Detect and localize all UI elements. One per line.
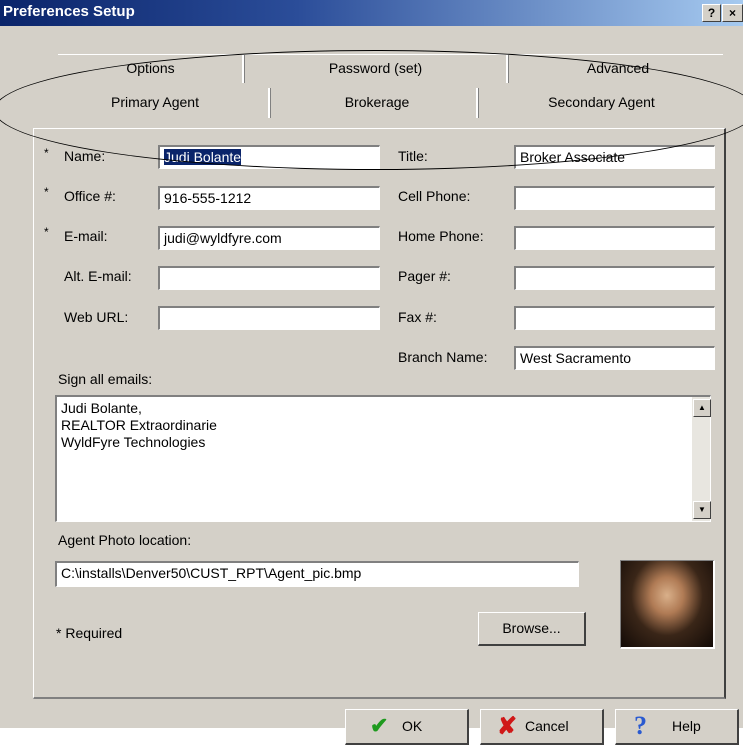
fax-field[interactable] xyxy=(514,306,715,330)
email-field[interactable]: judi@wyldfyre.com xyxy=(158,226,380,250)
scroll-up-icon[interactable]: ▲ xyxy=(693,399,711,417)
signature-label: Sign all emails: xyxy=(58,371,153,387)
help-button[interactable]: ? Help xyxy=(615,709,739,745)
web-url-field[interactable] xyxy=(158,306,380,330)
office-label: Office #: xyxy=(64,188,116,204)
fax-label: Fax #: xyxy=(398,309,437,325)
photo-location-label: Agent Photo location: xyxy=(58,532,192,548)
web-url-label: Web URL: xyxy=(64,309,129,325)
home-phone-label: Home Phone: xyxy=(398,228,484,244)
title-bar: Preferences Setup ? × xyxy=(0,0,743,26)
browse-button[interactable]: Browse... xyxy=(478,612,586,646)
office-field[interactable]: 916-555-1212 xyxy=(158,186,380,210)
agent-photo xyxy=(620,560,715,649)
help-label: Help xyxy=(672,718,701,734)
photo-path-field[interactable]: C:\installs\Denver50\CUST_RPT\Agent_pic.… xyxy=(55,561,579,587)
signature-scrollbar[interactable]: ▲ ▼ xyxy=(692,397,711,521)
annotation-oval xyxy=(0,50,743,170)
pager-field[interactable] xyxy=(514,266,715,290)
required-marker: * xyxy=(44,146,49,160)
branch-name-label: Branch Name: xyxy=(398,349,488,365)
x-icon: ✘ xyxy=(497,713,518,740)
required-note: * Required xyxy=(56,625,123,641)
cell-phone-field[interactable] xyxy=(514,186,715,210)
close-button[interactable]: × xyxy=(722,4,743,22)
cell-phone-label: Cell Phone: xyxy=(398,188,471,204)
signature-line: REALTOR Extraordinarie xyxy=(61,417,217,433)
alt-email-field[interactable] xyxy=(158,266,380,290)
signature-line: WyldFyre Technologies xyxy=(61,434,206,450)
window-title: Preferences Setup xyxy=(3,3,135,20)
branch-name-field[interactable]: West Sacramento xyxy=(514,346,715,370)
question-icon: ? xyxy=(634,711,647,740)
ok-button[interactable]: ✔ OK xyxy=(345,709,469,745)
cancel-label: Cancel xyxy=(525,718,569,734)
email-label: E-mail: xyxy=(64,228,108,244)
ok-label: OK xyxy=(402,718,423,734)
help-title-button[interactable]: ? xyxy=(702,4,721,22)
required-marker: * xyxy=(44,225,49,239)
signature-textarea[interactable]: Judi Bolante, REALTOR Extraordinarie Wyl… xyxy=(55,395,711,522)
pager-label: Pager #: xyxy=(398,268,451,284)
home-phone-field[interactable] xyxy=(514,226,715,250)
preferences-dialog: Preferences Setup ? × Options Password (… xyxy=(0,0,743,745)
required-marker: * xyxy=(44,185,49,199)
alt-email-label: Alt. E-mail: xyxy=(64,268,132,284)
scroll-down-icon[interactable]: ▼ xyxy=(693,501,711,519)
check-icon: ✔ xyxy=(370,713,389,738)
signature-line: Judi Bolante, xyxy=(61,400,142,416)
cancel-button[interactable]: ✘ Cancel xyxy=(480,709,604,745)
